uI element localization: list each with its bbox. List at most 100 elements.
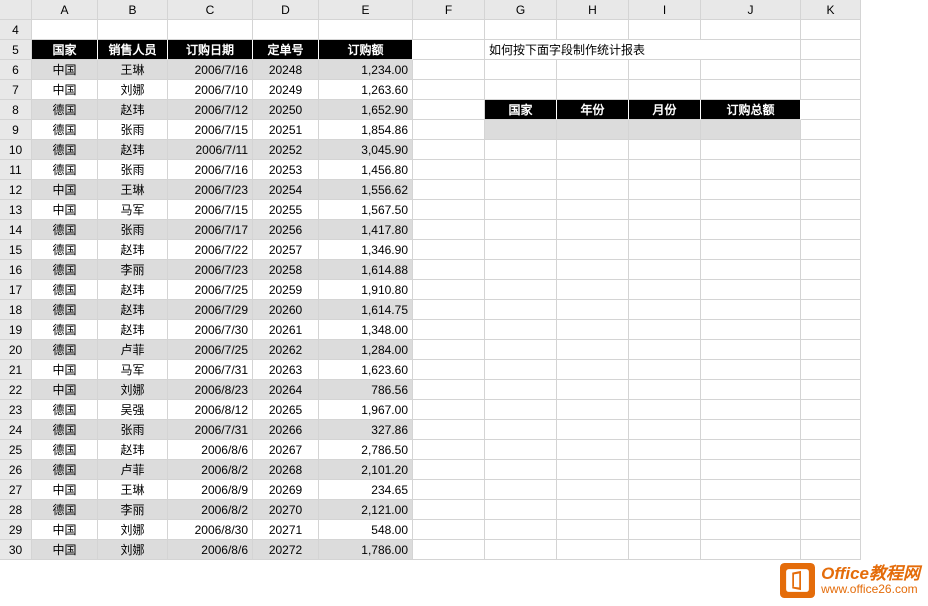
cell-amount[interactable]: 2,101.20 (319, 460, 413, 480)
cell-amount[interactable]: 1,786.00 (319, 540, 413, 560)
cell-amount[interactable]: 548.00 (319, 520, 413, 540)
cell-sales[interactable]: 李丽 (98, 500, 168, 520)
cell-country[interactable]: 中国 (32, 180, 98, 200)
summary-empty[interactable] (485, 120, 557, 140)
cell-sales[interactable]: 张雨 (98, 120, 168, 140)
cell-country[interactable]: 德国 (32, 140, 98, 160)
cell-country[interactable]: 德国 (32, 160, 98, 180)
cell-order[interactable]: 20255 (253, 200, 319, 220)
cell-order[interactable]: 20267 (253, 440, 319, 460)
cell-order[interactable]: 20252 (253, 140, 319, 160)
cell-sales[interactable]: 卢菲 (98, 340, 168, 360)
col-header-E[interactable]: E (319, 0, 413, 20)
cell-date[interactable]: 2006/8/2 (168, 500, 253, 520)
cell-amount[interactable]: 1,417.80 (319, 220, 413, 240)
row-header-29[interactable]: 29 (0, 520, 32, 540)
cell-date[interactable]: 2006/7/17 (168, 220, 253, 240)
row-header-13[interactable]: 13 (0, 200, 32, 220)
cell-order[interactable]: 20257 (253, 240, 319, 260)
cell-amount[interactable]: 1,652.90 (319, 100, 413, 120)
row-header-21[interactable]: 21 (0, 360, 32, 380)
cell-order[interactable]: 20251 (253, 120, 319, 140)
cell-amount[interactable]: 1,348.00 (319, 320, 413, 340)
cell-amount[interactable]: 2,121.00 (319, 500, 413, 520)
cell-date[interactable]: 2006/7/12 (168, 100, 253, 120)
cell-country[interactable]: 中国 (32, 480, 98, 500)
row-header-9[interactable]: 9 (0, 120, 32, 140)
cell-amount[interactable]: 327.86 (319, 420, 413, 440)
cell-country[interactable]: 中国 (32, 80, 98, 100)
cell-order[interactable]: 20258 (253, 260, 319, 280)
cell-country[interactable]: 德国 (32, 240, 98, 260)
row-header-16[interactable]: 16 (0, 260, 32, 280)
cell-order[interactable]: 20266 (253, 420, 319, 440)
cell-country[interactable]: 德国 (32, 500, 98, 520)
cell-sales[interactable]: 赵玮 (98, 320, 168, 340)
cell-sales[interactable]: 王琳 (98, 180, 168, 200)
cell-sales[interactable]: 马军 (98, 200, 168, 220)
col-header-I[interactable]: I (629, 0, 701, 20)
cell-amount[interactable]: 1,614.75 (319, 300, 413, 320)
row-header-22[interactable]: 22 (0, 380, 32, 400)
cell-date[interactable]: 2006/8/30 (168, 520, 253, 540)
cell-sales[interactable]: 赵玮 (98, 440, 168, 460)
row-header-20[interactable]: 20 (0, 340, 32, 360)
row-header-19[interactable]: 19 (0, 320, 32, 340)
cell-amount[interactable]: 234.65 (319, 480, 413, 500)
cell-date[interactable]: 2006/7/16 (168, 160, 253, 180)
cell-sales[interactable]: 赵玮 (98, 300, 168, 320)
col-header-C[interactable]: C (168, 0, 253, 20)
cell-country[interactable]: 德国 (32, 120, 98, 140)
col-header-G[interactable]: G (485, 0, 557, 20)
row-header-27[interactable]: 27 (0, 480, 32, 500)
cell-sales[interactable]: 吴强 (98, 400, 168, 420)
cell-order[interactable]: 20268 (253, 460, 319, 480)
cell-order[interactable]: 20259 (253, 280, 319, 300)
cell-date[interactable]: 2006/7/16 (168, 60, 253, 80)
row-header-8[interactable]: 8 (0, 100, 32, 120)
cell-amount[interactable]: 1,854.86 (319, 120, 413, 140)
cell-country[interactable]: 德国 (32, 340, 98, 360)
cell-date[interactable]: 2006/7/29 (168, 300, 253, 320)
cell-country[interactable]: 中国 (32, 540, 98, 560)
cell-order[interactable]: 20263 (253, 360, 319, 380)
cell-sales[interactable]: 张雨 (98, 420, 168, 440)
cell-order[interactable]: 20269 (253, 480, 319, 500)
cell-order[interactable]: 20260 (253, 300, 319, 320)
row-header-17[interactable]: 17 (0, 280, 32, 300)
cell-amount[interactable]: 1,346.90 (319, 240, 413, 260)
cell-order[interactable]: 20271 (253, 520, 319, 540)
col-header-B[interactable]: B (98, 0, 168, 20)
cell-date[interactable]: 2006/8/2 (168, 460, 253, 480)
cell-amount[interactable]: 1,284.00 (319, 340, 413, 360)
row-header-25[interactable]: 25 (0, 440, 32, 460)
cell-country[interactable]: 中国 (32, 60, 98, 80)
row-header-11[interactable]: 11 (0, 160, 32, 180)
row-header-4[interactable]: 4 (0, 20, 32, 40)
cell-date[interactable]: 2006/7/11 (168, 140, 253, 160)
cell-date[interactable]: 2006/8/6 (168, 540, 253, 560)
cell-order[interactable]: 20248 (253, 60, 319, 80)
cell-order[interactable]: 20250 (253, 100, 319, 120)
cell-sales[interactable]: 刘娜 (98, 520, 168, 540)
cell-sales[interactable]: 卢菲 (98, 460, 168, 480)
cell-date[interactable]: 2006/7/25 (168, 340, 253, 360)
cell-sales[interactable]: 李丽 (98, 260, 168, 280)
cell-order[interactable]: 20272 (253, 540, 319, 560)
cell-date[interactable]: 2006/7/25 (168, 280, 253, 300)
row-header-30[interactable]: 30 (0, 540, 32, 560)
cell-country[interactable]: 德国 (32, 280, 98, 300)
col-header-J[interactable]: J (701, 0, 801, 20)
cell-date[interactable]: 2006/7/22 (168, 240, 253, 260)
row-header-15[interactable]: 15 (0, 240, 32, 260)
col-header-K[interactable]: K (801, 0, 861, 20)
cell-date[interactable]: 2006/7/10 (168, 80, 253, 100)
row-header-14[interactable]: 14 (0, 220, 32, 240)
cell-date[interactable]: 2006/8/23 (168, 380, 253, 400)
cell-order[interactable]: 20249 (253, 80, 319, 100)
cell-date[interactable]: 2006/7/15 (168, 120, 253, 140)
row-header-18[interactable]: 18 (0, 300, 32, 320)
col-header-D[interactable]: D (253, 0, 319, 20)
cell-country[interactable]: 德国 (32, 400, 98, 420)
cell-country[interactable]: 中国 (32, 380, 98, 400)
